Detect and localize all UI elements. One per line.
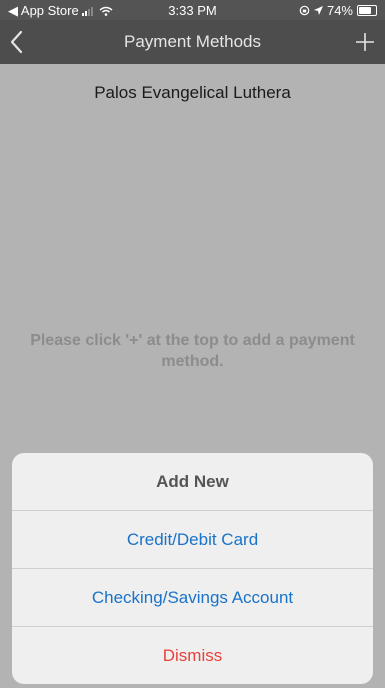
orientation-lock-icon <box>299 5 310 16</box>
plus-icon <box>356 33 374 51</box>
empty-state-message: Please click '+' at the top to add a pay… <box>30 332 355 370</box>
battery-percent: 74% <box>326 3 353 18</box>
add-payment-button[interactable] <box>343 22 379 62</box>
navigation-bar: Payment Methods <box>0 20 385 64</box>
action-sheet-title: Add New <box>12 453 373 511</box>
location-icon <box>313 6 323 15</box>
checking-savings-account-option[interactable]: Checking/Savings Account <box>12 569 373 627</box>
status-bar: ◀ App Store 3:33 PM 74% <box>0 0 385 20</box>
credit-debit-card-option[interactable]: Credit/Debit Card <box>12 511 373 569</box>
add-new-action-sheet: Add New Credit/Debit Card Checking/Savin… <box>12 453 373 684</box>
page-title: Payment Methods <box>123 32 261 51</box>
status-right: 74% <box>299 3 377 18</box>
battery-icon <box>357 5 377 16</box>
dismiss-button[interactable]: Dismiss <box>12 627 373 684</box>
organization-name: Palos Evangelical Luthera <box>94 83 291 102</box>
